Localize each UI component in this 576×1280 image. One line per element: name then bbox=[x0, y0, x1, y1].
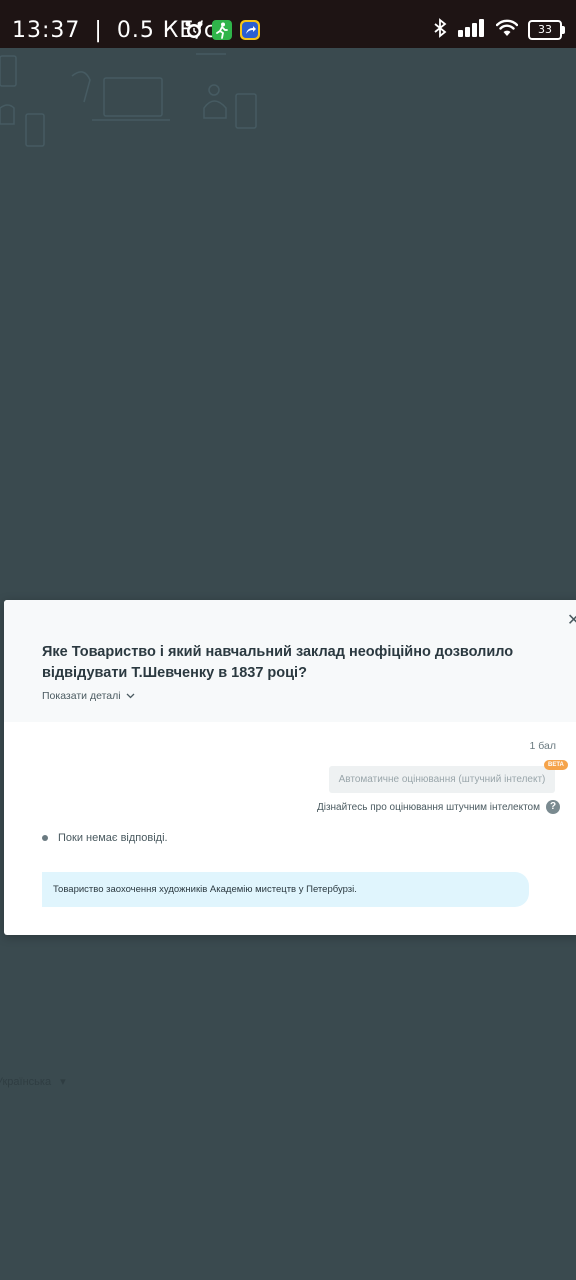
question-modal: ✕ Яке Товариство і який навчальний закла… bbox=[4, 600, 576, 935]
bullet-icon bbox=[42, 835, 48, 841]
points-label: 1 бал bbox=[529, 740, 557, 752]
no-answer-item: Поки немає відповіді. bbox=[42, 832, 168, 844]
chevron-down-icon bbox=[126, 690, 135, 702]
chevron-down-icon: ▾ bbox=[60, 1076, 66, 1088]
close-icon[interactable]: ✕ bbox=[567, 610, 576, 630]
battery-indicator: 33 bbox=[528, 20, 565, 40]
show-details-toggle[interactable]: Показати деталі bbox=[42, 690, 135, 702]
wifi-icon bbox=[495, 19, 519, 41]
status-bar: 13:37 | 0.5 КБ/с 33 bbox=[0, 0, 576, 48]
background-language-selector: Українська ▾ bbox=[0, 1076, 66, 1088]
share-icon bbox=[240, 20, 260, 40]
bluetooth-icon bbox=[432, 18, 448, 42]
correct-answer-box: Товариство заохочення художників Академі… bbox=[42, 872, 529, 907]
help-icon[interactable]: ? bbox=[546, 800, 560, 814]
status-app-icons bbox=[184, 20, 260, 40]
ai-grading-button[interactable]: Автоматичне оцінювання (штучний інтелект… bbox=[329, 766, 555, 793]
ai-learn-link[interactable]: Дізнайтесь про оцінювання штучним інтеле… bbox=[317, 800, 560, 814]
beta-badge: BETA bbox=[544, 760, 568, 770]
background-illustration bbox=[0, 53, 257, 147]
walking-icon bbox=[212, 20, 232, 40]
alarm-icon bbox=[184, 20, 204, 40]
status-system-icons: 33 bbox=[432, 18, 565, 42]
question-text: Яке Товариство і який навчальний заклад … bbox=[42, 644, 514, 681]
signal-icon bbox=[458, 19, 486, 41]
